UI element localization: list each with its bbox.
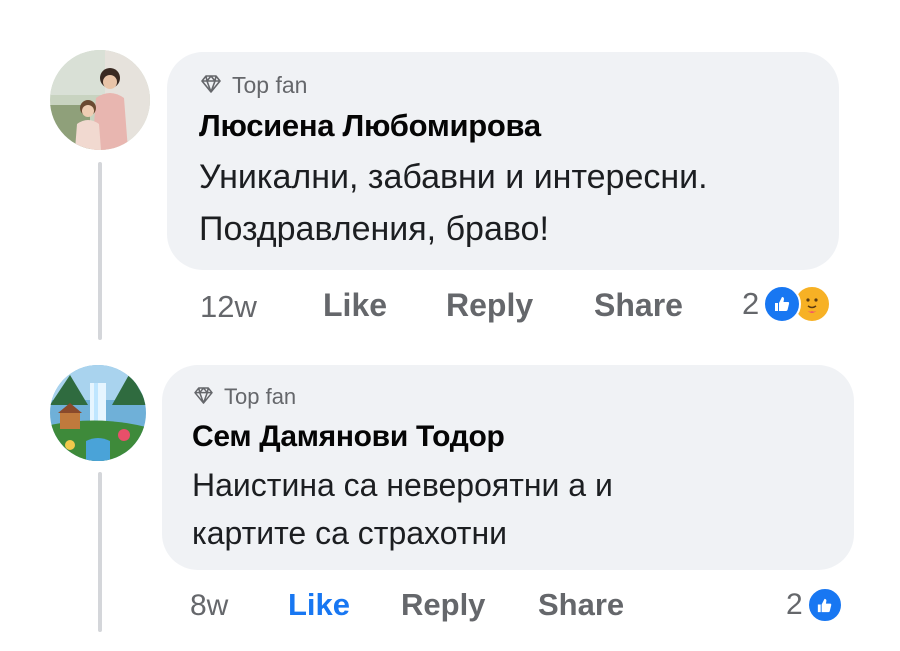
reply-button[interactable]: Reply <box>446 287 533 324</box>
top-fan-badge: Top fan <box>193 383 296 411</box>
reaction-summary[interactable]: 2 <box>742 284 832 324</box>
comment-timestamp[interactable]: 12w <box>200 289 257 325</box>
like-button[interactable]: Like <box>323 287 387 324</box>
comment-author[interactable]: Люсиена Любомирова <box>199 108 541 144</box>
thread-line <box>98 162 102 340</box>
avatar[interactable] <box>50 50 150 150</box>
comment-timestamp[interactable]: 8w <box>190 589 228 623</box>
comment-author[interactable]: Сем Дамянови Тодор <box>192 420 505 454</box>
share-button[interactable]: Share <box>538 587 624 623</box>
reaction-count: 2 <box>786 588 803 621</box>
like-icon <box>763 285 802 323</box>
share-button[interactable]: Share <box>594 287 683 324</box>
like-button[interactable]: Like <box>288 587 350 623</box>
comment-text-line: Уникални, забавни и интересни. <box>199 158 708 196</box>
top-fan-badge: Top fan <box>200 70 307 100</box>
like-icon <box>806 587 843 623</box>
comment-text-line: Поздравления, браво! <box>199 210 549 248</box>
reply-button[interactable]: Reply <box>401 587 485 623</box>
comment-text-line: Наистина са невероятни а и <box>192 467 613 503</box>
diamond-icon <box>200 72 222 99</box>
comment-text-line: картите са страхотни <box>192 515 507 551</box>
diamond-icon <box>193 384 214 410</box>
thread-line <box>98 472 102 632</box>
reaction-count: 2 <box>742 286 760 321</box>
avatar[interactable] <box>50 365 146 461</box>
reaction-summary[interactable]: 2 <box>786 585 843 625</box>
badge-label: Top fan <box>224 384 297 409</box>
badge-label: Top fan <box>232 71 308 98</box>
